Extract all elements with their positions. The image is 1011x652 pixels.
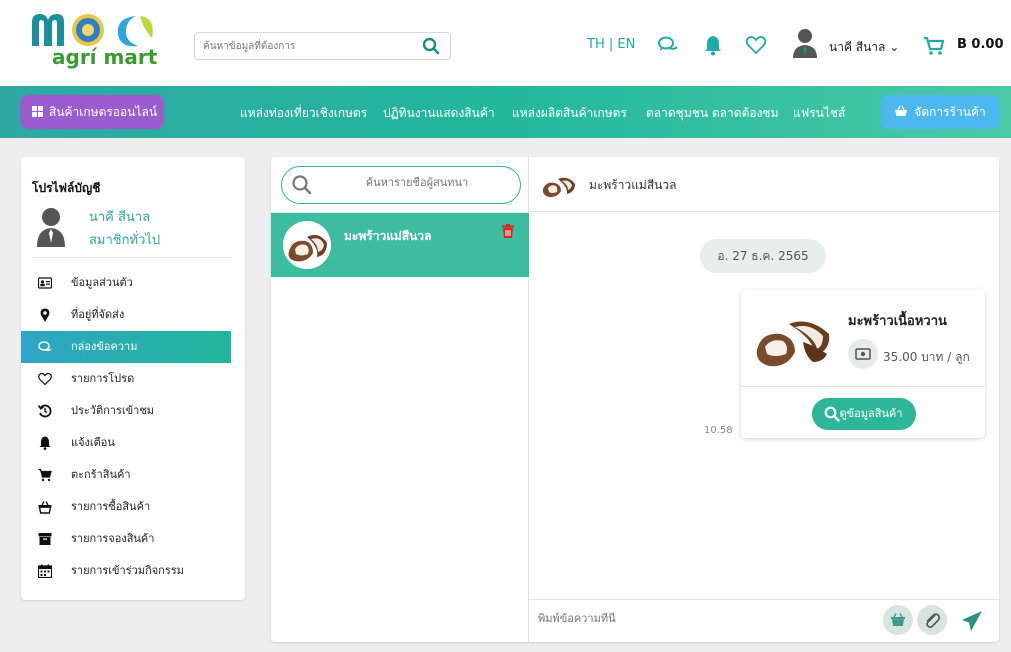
sidebar-item-inbox[interactable]: กล่องข้อความ (21, 331, 231, 363)
sidebar-item-shipping-address[interactable]: ที่อยู่ที่จัดส่ง (21, 299, 245, 331)
nav-link-franchise[interactable]: แฟรนไชส์ (793, 104, 845, 123)
basket-icon (891, 613, 905, 626)
manage-store-label: จัดการร้านค้า (914, 105, 986, 119)
date-separator: อ. 27 ธ.ค. 2565 (700, 239, 826, 273)
send-icon[interactable] (961, 610, 983, 632)
main-navbar: สินค้าเกษตรออนไลน์ แหล่งท่องเที่ยวเชิงเก… (0, 86, 1011, 138)
profile-sidebar: โปรไฟล์บัญชี นาคี สีนาล สมาชิกทั่วไป ข้อ… (21, 157, 245, 600)
card-divider (741, 386, 985, 387)
product-price: 35.00 บาท / ลูก (883, 350, 970, 364)
conversation-title: มะพร้าวแม่สีนวล (589, 178, 677, 192)
contact-name: มะพร้าวแม่สีนวล (344, 229, 432, 243)
moc-agrimart-logo[interactable]: agrí mart (30, 8, 175, 76)
user-menu[interactable]: นาคี สีนาล ⌄ (829, 38, 899, 57)
sidebar-item-cart[interactable]: ตะกร้าสินค้า (21, 459, 245, 491)
sidebar-item-personal-info[interactable]: ข้อมูลส่วนตัว (21, 267, 245, 299)
view-product-button[interactable]: ดูข้อมูลสินค้า (812, 398, 916, 430)
heart-icon[interactable] (745, 34, 767, 56)
contact-list-panel: มะพร้าวแม่สีนวล (271, 157, 529, 642)
contact-thumbnail (283, 221, 331, 269)
map-pin-icon (40, 308, 50, 322)
chat-icon[interactable] (657, 34, 679, 56)
sidebar-item-view-history[interactable]: ประวัติการเข้าชม (21, 395, 245, 427)
sidebar-item-reservations[interactable]: รายการจองสินค้า (21, 523, 245, 555)
logo-wordmark: agrí mart (52, 45, 158, 69)
sidebar-item-label: แจ้งเตือน (71, 436, 115, 449)
sidebar-title: โปรไฟล์บัญชี (32, 181, 101, 195)
sidebar-item-label: ประวัติการเข้าชม (71, 404, 155, 417)
basket-icon (38, 501, 52, 514)
cart-icon (38, 468, 52, 482)
archive-icon (38, 533, 52, 545)
search-icon (292, 175, 312, 195)
category-menu-button[interactable]: สินค้าเกษตรออนไลน์ (20, 95, 164, 129)
sidebar-item-notifications[interactable]: แจ้งเตือน (21, 427, 245, 459)
search-input[interactable] (195, 33, 405, 59)
sidebar-item-label: กล่องข้อความ (71, 340, 138, 353)
sidebar-item-label: ที่อยู่ที่จัดส่ง (71, 308, 125, 321)
conversation-panel: มะพร้าวแม่สีนวล อ. 27 ธ.ค. 2565 มะพร้าวเ… (529, 157, 999, 642)
nav-link-agri-tourism[interactable]: แหล่งท่องเที่ยวเชิงเกษตร (240, 104, 367, 123)
id-card-icon (38, 277, 52, 289)
product-message-card: มะพร้าวเนื้อหวาน 35.00 บาท / ลูก ดูข้อมู… (741, 290, 985, 438)
message-time: 10.58 (704, 425, 733, 436)
conversation-header: มะพร้าวแม่สีนวล (529, 157, 999, 212)
product-image[interactable] (753, 302, 835, 372)
chat-icon (38, 341, 52, 352)
sidebar-item-label: รายการเข้าร่วมกิจกรรม (71, 564, 184, 577)
top-header: agrí mart TH | EN นาคี สีนาล ⌄ B 0.00 (0, 0, 1011, 86)
message-input[interactable] (538, 612, 868, 625)
attach-product-button[interactable] (883, 605, 913, 635)
search-icon (824, 406, 840, 422)
bell-icon[interactable] (702, 34, 724, 56)
bell-icon (39, 436, 51, 450)
sidebar-divider (32, 257, 231, 258)
sidebar-item-label: ข้อมูลส่วนตัว (71, 276, 133, 289)
nav-link-exhibition-calendar[interactable]: ปฏิทินงานแสดงสินค้า (383, 104, 495, 123)
manage-store-button[interactable]: จัดการร้านค้า (881, 95, 999, 129)
user-name-label: นาคี สีนาล (829, 40, 886, 54)
profile-menu: ข้อมูลส่วนตัว ที่อยู่ที่จัดส่ง กล่องข้อค… (21, 267, 245, 587)
user-avatar-icon[interactable] (791, 28, 819, 58)
contact-item[interactable]: มะพร้าวแม่สีนวล (271, 213, 529, 277)
attach-file-button[interactable] (917, 605, 947, 635)
profile-name: นาคี สีนาล (89, 210, 151, 225)
cart-icon[interactable] (923, 35, 945, 57)
heart-icon (38, 372, 52, 386)
coconut-image (753, 302, 835, 372)
product-name: มะพร้าวเนื้อหวาน (848, 314, 947, 329)
paperclip-icon (926, 613, 941, 628)
sidebar-item-label: รายการซื้อสินค้า (71, 500, 151, 513)
contact-search-box[interactable] (281, 166, 521, 204)
chat-panel: มะพร้าวแม่สีนวล มะพร้าวแม่สีนวล อ. 27 ธ.… (271, 157, 999, 642)
grid-icon (32, 106, 43, 117)
sidebar-item-purchases[interactable]: รายการซื้อสินค้า (21, 491, 245, 523)
view-product-label: ดูข้อมูลสินค้า (839, 407, 903, 420)
chevron-down-icon: ⌄ (889, 40, 900, 54)
message-composer (529, 599, 999, 642)
sidebar-item-label: รายการโปรด (71, 372, 135, 385)
sidebar-item-activities[interactable]: รายการเข้าร่วมกิจกรรม (21, 555, 245, 587)
history-icon (38, 404, 52, 418)
cart-total[interactable]: B 0.00 (957, 37, 1004, 52)
calendar-icon (38, 564, 52, 578)
nav-link-production-sources[interactable]: แหล่งผลิตสินค้าเกษตร (512, 104, 627, 123)
search-icon[interactable] (422, 37, 440, 55)
sidebar-item-label: รายการจองสินค้า (71, 532, 155, 545)
contact-search-input[interactable] (322, 176, 512, 189)
trash-icon[interactable] (502, 224, 514, 238)
language-switch[interactable]: TH | EN (587, 37, 635, 52)
sidebar-item-label: ตะกร้าสินค้า (71, 468, 131, 481)
profile-avatar-icon (37, 208, 65, 247)
search-box[interactable] (194, 32, 451, 60)
nav-link-community-market[interactable]: ตลาดชุมชน ตลาดต้องชม (646, 104, 779, 123)
contact-avatar (542, 177, 575, 198)
profile-role: สมาชิกทั่วไป (89, 233, 161, 248)
basket-icon (895, 105, 908, 116)
coconut-image (283, 221, 331, 269)
category-menu-label: สินค้าเกษตรออนไลน์ (49, 105, 158, 119)
sidebar-item-favorites[interactable]: รายการโปรด (21, 363, 245, 395)
money-icon (848, 339, 878, 369)
